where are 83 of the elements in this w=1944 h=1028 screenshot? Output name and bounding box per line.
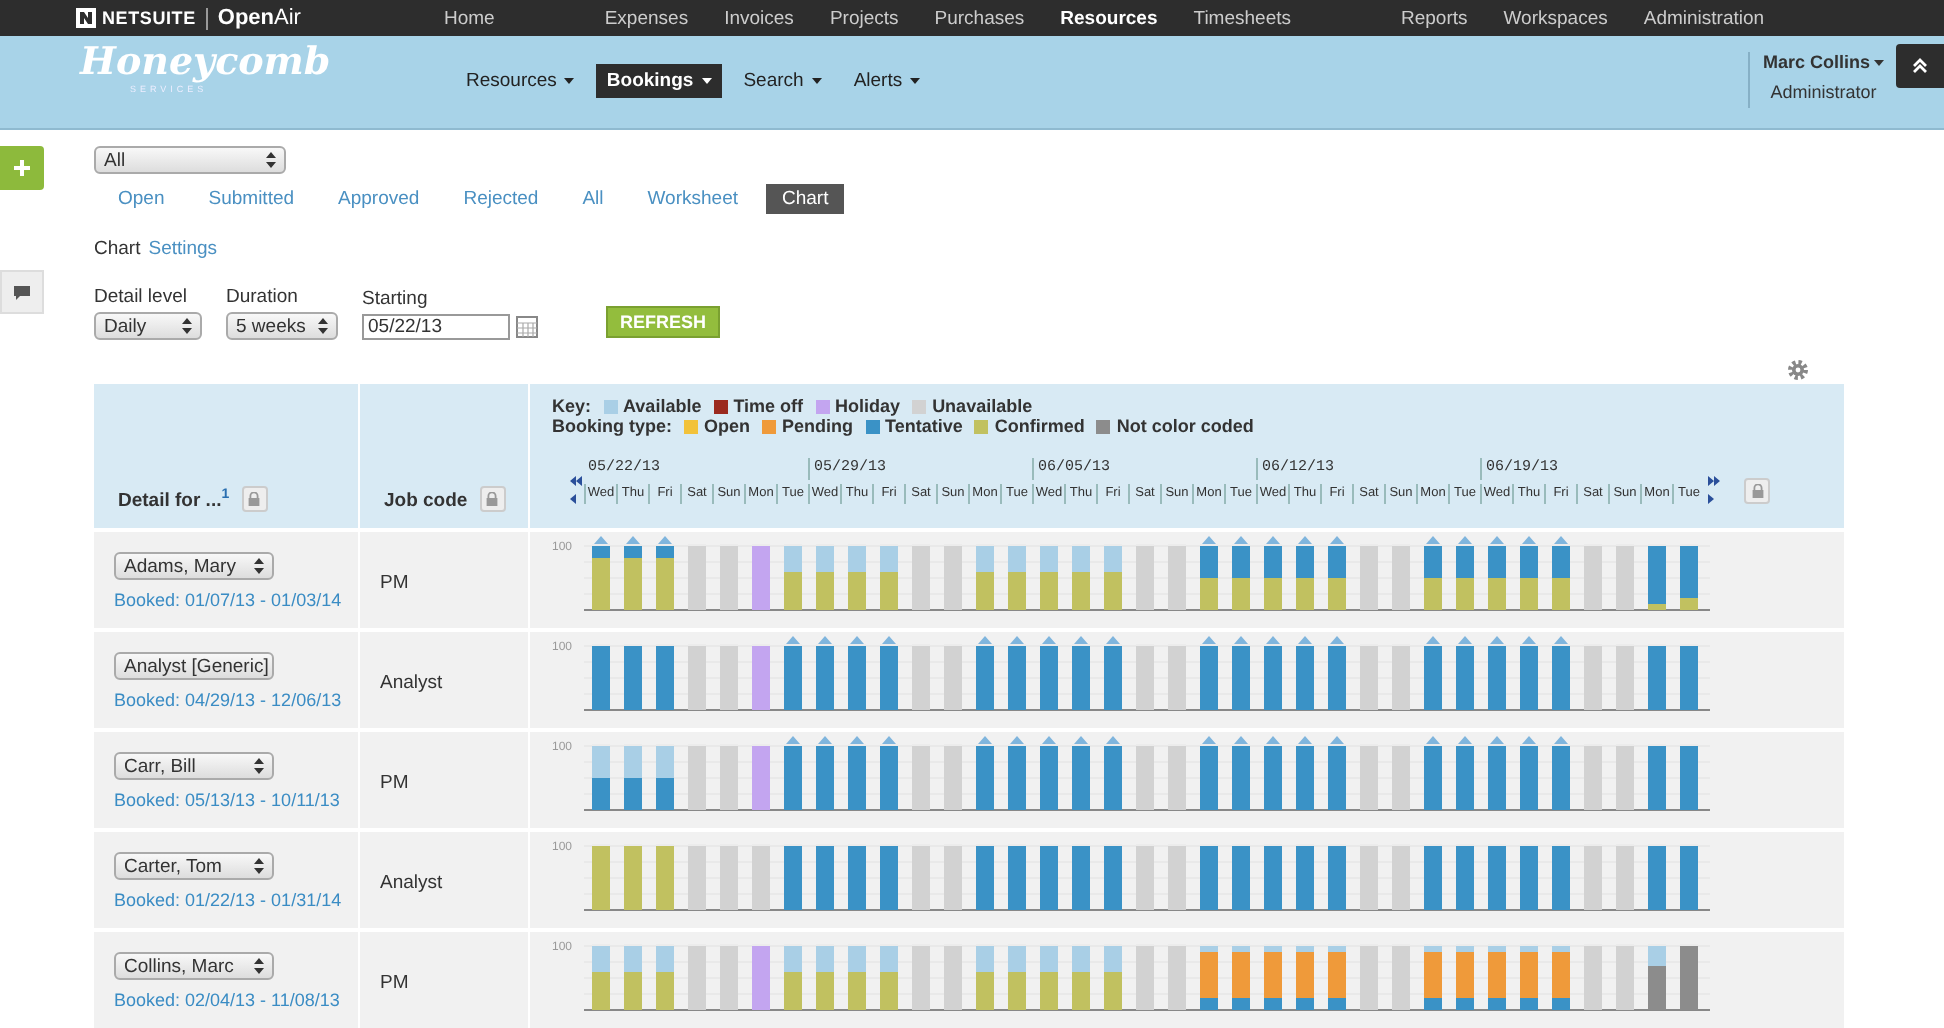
lock-icon xyxy=(1751,484,1763,498)
resource-dropdown[interactable]: Adams, Mary xyxy=(114,552,274,580)
menu-item[interactable]: Bookings xyxy=(596,64,722,98)
brand-name: NETSUITE xyxy=(102,8,196,28)
up-down-arrows-icon xyxy=(254,858,264,874)
lock-icon xyxy=(248,492,261,506)
filter-tab[interactable]: All xyxy=(566,184,620,214)
resource-dropdown[interactable]: Carr, Bill xyxy=(114,752,274,780)
job-code: PM xyxy=(380,772,409,794)
menu-item[interactable]: Resources xyxy=(456,64,585,98)
key-label: Booking type: xyxy=(552,416,672,436)
nav-link[interactable]: Administration xyxy=(1643,7,1765,29)
column-header: Job code xyxy=(384,490,468,512)
user-menu[interactable]: Marc Collins xyxy=(1762,52,1884,72)
filter-dropdown[interactable]: All xyxy=(94,146,286,174)
legend-label: Pending xyxy=(782,416,854,436)
up-down-arrows-icon xyxy=(254,958,264,974)
legend-label: Not color coded xyxy=(1116,416,1254,436)
legend-label: Holiday xyxy=(835,396,901,416)
caret-icon xyxy=(701,78,712,84)
nav-link[interactable]: Reports xyxy=(1401,7,1468,29)
legend-label: Tentative xyxy=(885,416,963,436)
resource-dropdown[interactable]: Carter, Tom xyxy=(114,852,274,880)
lock-icon xyxy=(486,492,499,506)
calendar-icon[interactable] xyxy=(516,316,538,338)
logo-icon xyxy=(76,8,96,28)
resource-dropdown[interactable]: Collins, Marc xyxy=(114,952,274,980)
product-name: OpenAir xyxy=(217,6,301,30)
dropdown[interactable]: 5 weeks xyxy=(226,312,338,340)
legend-label: Unavailable xyxy=(932,396,1033,416)
job-code: PM xyxy=(380,572,409,594)
plus-icon xyxy=(14,160,30,176)
menu-item[interactable]: Alerts xyxy=(843,64,931,98)
caret-icon xyxy=(564,78,575,84)
user-role: Administrator xyxy=(1770,82,1877,102)
settings-icon[interactable] xyxy=(1786,358,1810,382)
double-left-arrow-icon[interactable] xyxy=(570,476,582,486)
filter-tab[interactable]: Rejected xyxy=(447,184,555,214)
up-down-arrows-icon xyxy=(182,318,192,334)
field-label: Detail level xyxy=(94,286,189,308)
job-code: PM xyxy=(380,972,409,994)
key-label: Key: xyxy=(552,396,592,416)
nav-link[interactable]: Invoices xyxy=(724,7,794,29)
up-down-arrows-icon xyxy=(318,318,328,334)
nav-link[interactable]: Workspaces xyxy=(1503,7,1608,29)
legend-label: Time off xyxy=(733,396,804,416)
date-field[interactable]: 05/22/13 xyxy=(362,314,510,340)
section-title: Chart xyxy=(94,238,141,260)
collapse-button[interactable] xyxy=(1896,44,1944,88)
job-code: Analyst xyxy=(380,872,443,894)
caret-icon xyxy=(910,78,921,84)
filter-tab[interactable]: Worksheet xyxy=(631,184,754,214)
filter-tab[interactable]: Chart xyxy=(766,184,845,214)
speech-bubble-icon xyxy=(14,285,30,299)
left-arrow-icon[interactable] xyxy=(570,494,576,504)
dropdown[interactable]: Daily xyxy=(94,312,202,340)
nav-link[interactable]: Resources xyxy=(1060,7,1158,29)
nav-link[interactable]: Purchases xyxy=(934,7,1025,29)
double-chevron-up-icon xyxy=(1912,58,1928,74)
legend-label: Open xyxy=(704,416,751,436)
up-down-arrows-icon xyxy=(254,558,264,574)
nav-link[interactable]: Home xyxy=(444,7,495,29)
caret-icon xyxy=(811,78,822,84)
job-code: Analyst xyxy=(380,672,443,694)
up-down-arrows-icon xyxy=(266,152,276,168)
column-header: Detail for ...$^{1}$ xyxy=(118,487,230,512)
company-logo: Honeycomb xyxy=(80,40,333,84)
nav-link[interactable]: Expenses xyxy=(604,7,689,29)
legend-label: Confirmed xyxy=(994,416,1085,436)
comment-button[interactable] xyxy=(0,270,44,314)
filter-tab[interactable]: Approved xyxy=(322,184,436,214)
menu-item[interactable]: Search xyxy=(733,64,832,98)
double-right-arrow-icon[interactable] xyxy=(1708,476,1720,486)
nav-link[interactable]: Projects xyxy=(829,7,899,29)
right-arrow-icon[interactable] xyxy=(1708,494,1714,504)
caret-icon xyxy=(1874,59,1884,65)
resource-dropdown[interactable]: Analyst [Generic] xyxy=(114,652,274,680)
filter-tab[interactable]: Open xyxy=(102,184,181,214)
nav-link[interactable]: Timesheets xyxy=(1193,7,1291,29)
field-label: Starting xyxy=(362,288,430,310)
up-down-arrows-icon xyxy=(254,758,264,774)
field-label: Duration xyxy=(226,286,300,308)
legend-label: Available xyxy=(623,396,702,416)
